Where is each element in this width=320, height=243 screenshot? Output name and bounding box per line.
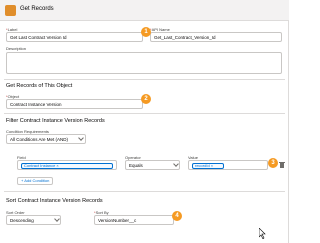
object-input[interactable]: Contract Instance Version (6, 99, 143, 109)
condition-value-input[interactable]: recordId × (188, 160, 268, 170)
field-pill: Contract Instance × (21, 163, 113, 169)
condition-requirements-value: All Conditions Are Met (AND) (10, 137, 69, 142)
description-label: Description (6, 46, 27, 51)
get-records-icon (5, 5, 16, 16)
step-marker-1: 1 (141, 27, 151, 37)
panel-title: Get Records (20, 6, 54, 12)
condition-requirements-select[interactable]: All Conditions Are Met (AND) (6, 134, 86, 144)
delete-icon[interactable] (279, 161, 285, 168)
api-name-input[interactable]: Get_Last_Contract_Version_Id (150, 32, 282, 42)
panel-header: Get Records (0, 0, 289, 21)
divider (4, 79, 285, 80)
mouse-cursor-icon (259, 228, 266, 239)
step-marker-4: 4 (172, 211, 182, 221)
step-marker-3: 3 (268, 158, 278, 168)
get-records-panel: Get Records *Label Get Last Contract Ver… (0, 0, 289, 243)
operator-value: Equals (129, 163, 143, 168)
divider (4, 113, 285, 114)
label-input[interactable]: Get Last Contract Version Id (6, 32, 143, 42)
field-pill-label: Contract Instance (24, 163, 56, 168)
value-pill: recordId × (192, 163, 224, 169)
condition-field-input[interactable]: Contract Instance × (17, 160, 117, 170)
object-section-title: Get Records of This Object (6, 83, 73, 89)
sort-order-select[interactable]: Descending (6, 215, 61, 225)
sort-order-value: Descending (10, 218, 34, 223)
sort-by-input[interactable]: VersionNumber__c (94, 215, 174, 225)
description-textarea[interactable] (6, 52, 282, 74)
x-icon[interactable]: × (211, 164, 213, 168)
step-marker-2: 2 (141, 94, 151, 104)
add-condition-button[interactable]: + Add Condition (17, 177, 54, 185)
value-pill-label: recordId (195, 163, 210, 168)
condition-operator-select[interactable]: Equals (125, 160, 180, 170)
filter-section-title: Filter Contract Instance Version Records (6, 118, 105, 124)
divider (4, 191, 285, 192)
x-icon[interactable]: × (56, 164, 58, 168)
sort-section-title: Sort Contract Instance Version Records (6, 198, 103, 204)
